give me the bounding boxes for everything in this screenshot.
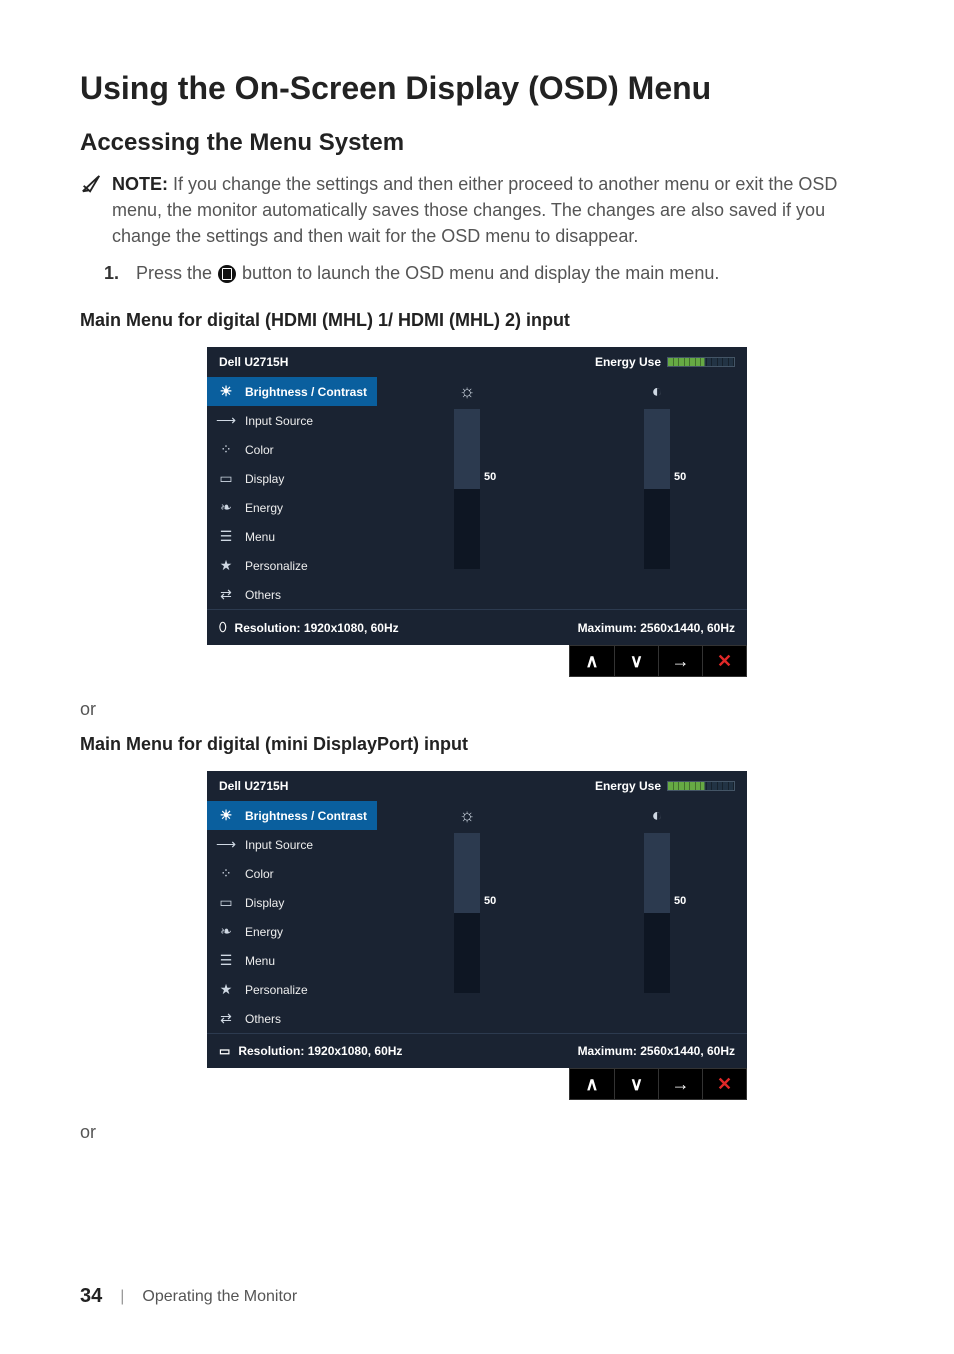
color-icon: ⁘ xyxy=(217,441,235,458)
up-button[interactable]: ∧ xyxy=(570,646,614,676)
menu-menu[interactable]: ☰Menu xyxy=(207,522,377,551)
energy-use-label: Energy Use xyxy=(595,779,661,793)
contrast-slider[interactable]: ◐ 50 xyxy=(644,381,670,569)
energy-use-label: Energy Use xyxy=(595,355,661,369)
osd-button-row: ∧ ∨ → ✕ xyxy=(569,645,747,677)
osd-menu-list: ☀Brightness / Contrast ⟶Input Source ⁘Co… xyxy=(207,801,377,1033)
note-body: If you change the settings and then eith… xyxy=(112,174,837,246)
menu-color[interactable]: ⁘Color xyxy=(207,859,377,888)
close-button[interactable]: ✕ xyxy=(702,1069,746,1099)
down-button[interactable]: ∨ xyxy=(614,646,658,676)
menu-brightness-contrast[interactable]: ☀Brightness / Contrast xyxy=(207,801,377,830)
subheading-hdmi: Main Menu for digital (HDMI (MHL) 1/ HDM… xyxy=(80,310,874,331)
osd-model: Dell U2715H xyxy=(219,355,288,369)
resolution-value: 1920x1080, 60Hz xyxy=(304,621,399,635)
note-icon xyxy=(80,173,102,200)
resolution-value: 1920x1080, 60Hz xyxy=(308,1044,403,1058)
osd-button-row: ∧ ∨ → ✕ xyxy=(569,1068,747,1100)
input-icon: ⟶ xyxy=(217,836,235,853)
page-title: Using the On-Screen Display (OSD) Menu xyxy=(80,70,874,107)
page-footer: 34 | Operating the Monitor xyxy=(80,1285,297,1308)
enter-button[interactable]: → xyxy=(658,1069,702,1099)
sun-icon: ☼ xyxy=(459,381,476,403)
brightness-icon: ☀ xyxy=(217,807,235,824)
star-icon: ★ xyxy=(217,981,235,998)
menu-others[interactable]: ⇄Others xyxy=(207,580,377,609)
energy-gauge-icon xyxy=(667,357,735,367)
menu-input-source[interactable]: ⟶Input Source xyxy=(207,830,377,859)
brightness-slider[interactable]: ☼ 50 xyxy=(454,381,480,569)
energy-icon: ❧ xyxy=(217,923,235,940)
energy-icon: ❧ xyxy=(217,499,235,516)
down-button[interactable]: ∨ xyxy=(614,1069,658,1099)
brightness-value: 50 xyxy=(484,471,496,483)
contrast-slider[interactable]: ◐ 50 xyxy=(644,805,670,993)
maximum-value: 2560x1440, 60Hz xyxy=(640,1044,735,1058)
brightness-slider[interactable]: ☼ 50 xyxy=(454,805,480,993)
or-separator: or xyxy=(80,699,874,720)
brightness-icon: ☀ xyxy=(217,383,235,400)
maximum-value: 2560x1440, 60Hz xyxy=(640,621,735,635)
note-block: NOTE: If you change the settings and the… xyxy=(80,171,874,249)
menu-energy[interactable]: ❧Energy xyxy=(207,917,377,946)
footer-section: Operating the Monitor xyxy=(142,1288,297,1306)
menu-button-icon xyxy=(218,265,236,283)
contrast-icon: ◐ xyxy=(652,805,663,827)
menu-personalize[interactable]: ★Personalize xyxy=(207,551,377,580)
menu-color[interactable]: ⁘Color xyxy=(207,435,377,464)
others-icon: ⇄ xyxy=(217,586,235,603)
osd-menu-list: ☀Brightness / Contrast ⟶Input Source ⁘Co… xyxy=(207,377,377,609)
display-icon: ▭ xyxy=(217,894,235,911)
others-icon: ⇄ xyxy=(217,1010,235,1027)
contrast-value: 50 xyxy=(674,471,686,483)
or-separator: or xyxy=(80,1122,874,1143)
input-icon: ⟶ xyxy=(217,412,235,429)
osd-panel-hdmi: Dell U2715H Energy Use ☀Brightness / Con… xyxy=(207,347,747,645)
menu-menu[interactable]: ☰Menu xyxy=(207,946,377,975)
sun-icon: ☼ xyxy=(459,805,476,827)
brightness-value: 50 xyxy=(484,895,496,907)
menu-icon: ☰ xyxy=(217,952,235,969)
menu-display[interactable]: ▭Display xyxy=(207,464,377,493)
menu-others[interactable]: ⇄Others xyxy=(207,1004,377,1033)
subheading-minidp: Main Menu for digital (mini DisplayPort)… xyxy=(80,734,874,755)
note-label: NOTE: xyxy=(112,174,168,194)
color-icon: ⁘ xyxy=(217,865,235,882)
osd-panel-minidp: Dell U2715H Energy Use ☀Brightness / Con… xyxy=(207,771,747,1068)
contrast-icon: ◐ xyxy=(652,381,663,403)
footer-divider: | xyxy=(120,1288,124,1306)
connector-icon: ▭ xyxy=(219,1044,230,1058)
close-button[interactable]: ✕ xyxy=(702,646,746,676)
connector-icon: ⬯ xyxy=(219,620,227,635)
display-icon: ▭ xyxy=(217,470,235,487)
section-heading: Accessing the Menu System xyxy=(80,129,874,157)
note-text: NOTE: If you change the settings and the… xyxy=(112,171,874,249)
enter-button[interactable]: → xyxy=(658,646,702,676)
menu-input-source[interactable]: ⟶Input Source xyxy=(207,406,377,435)
osd-model: Dell U2715H xyxy=(219,779,288,793)
star-icon: ★ xyxy=(217,557,235,574)
step-number: 1. xyxy=(104,263,126,284)
page-number: 34 xyxy=(80,1285,102,1308)
menu-brightness-contrast[interactable]: ☀Brightness / Contrast xyxy=(207,377,377,406)
menu-display[interactable]: ▭Display xyxy=(207,888,377,917)
menu-personalize[interactable]: ★Personalize xyxy=(207,975,377,1004)
menu-energy[interactable]: ❧Energy xyxy=(207,493,377,522)
up-button[interactable]: ∧ xyxy=(570,1069,614,1099)
energy-gauge-icon xyxy=(667,781,735,791)
step-1: 1. Press the button to launch the OSD me… xyxy=(104,263,874,284)
menu-icon: ☰ xyxy=(217,528,235,545)
step-text: Press the button to launch the OSD menu … xyxy=(136,263,719,284)
contrast-value: 50 xyxy=(674,895,686,907)
